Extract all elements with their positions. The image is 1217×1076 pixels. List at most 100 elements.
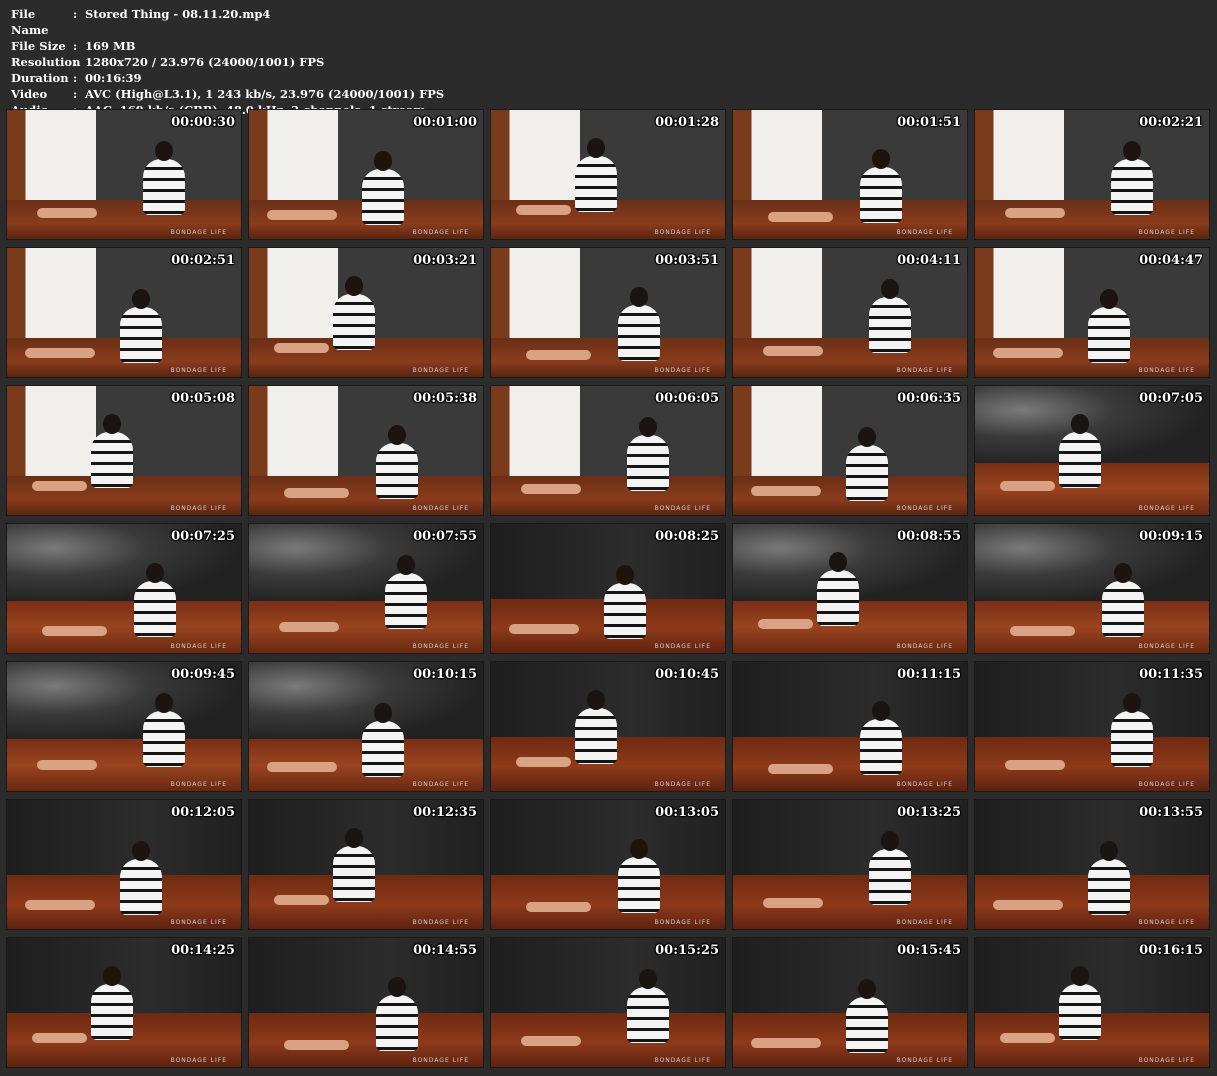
watermark: BONDAGE LIFE <box>170 919 227 926</box>
timestamp-label: 00:13:25 <box>897 805 961 820</box>
figure <box>603 583 646 640</box>
figure <box>845 997 888 1054</box>
video-value: AVC (High@L3.1), 1 243 kb/s, 23.976 (240… <box>85 87 445 101</box>
timestamp-label: 00:03:21 <box>413 253 477 268</box>
video-label: Video <box>11 87 48 101</box>
figure-head <box>145 562 164 583</box>
watermark: BONDAGE LIFE <box>412 229 469 236</box>
figure <box>627 986 670 1043</box>
watermark: BONDAGE LIFE <box>896 229 953 236</box>
watermark: BONDAGE LIFE <box>412 643 469 650</box>
figure <box>869 296 912 353</box>
figure <box>1087 859 1130 916</box>
file-name-row: File Name : Stored Thing - 08.11.20.mp4 <box>11 6 444 38</box>
timestamp-label: 00:10:15 <box>413 667 477 682</box>
figure-legs <box>25 900 95 910</box>
watermark: BONDAGE LIFE <box>1138 781 1195 788</box>
timestamp-label: 00:12:35 <box>413 805 477 820</box>
watermark: BONDAGE LIFE <box>1138 367 1195 374</box>
timestamp-label: 00:01:00 <box>413 115 477 130</box>
thumbnail: 00:01:28 BONDAGE LIFE <box>490 109 726 240</box>
watermark: BONDAGE LIFE <box>896 643 953 650</box>
media-info-header: File Name : Stored Thing - 08.11.20.mp4 … <box>11 6 444 118</box>
figure <box>617 304 660 361</box>
thumbnail: 00:11:35 BONDAGE LIFE <box>974 661 1210 792</box>
figure-legs <box>274 343 329 353</box>
thumbnail: 00:02:51 BONDAGE LIFE <box>6 247 242 378</box>
watermark: BONDAGE LIFE <box>412 505 469 512</box>
timestamp-label: 00:07:25 <box>171 529 235 544</box>
resolution-label: Resolution <box>11 55 81 69</box>
figure-legs <box>993 348 1063 358</box>
watermark: BONDAGE LIFE <box>654 643 711 650</box>
watermark: BONDAGE LIFE <box>170 367 227 374</box>
watermark: BONDAGE LIFE <box>170 229 227 236</box>
figure-legs <box>32 1033 87 1043</box>
figure-legs <box>526 902 591 912</box>
figure-legs <box>516 205 571 215</box>
figure-legs <box>267 762 337 772</box>
figure <box>385 572 428 629</box>
figure-legs <box>1000 1033 1055 1043</box>
thumbnail: 00:14:25 BONDAGE LIFE <box>6 937 242 1068</box>
timestamp-label: 00:08:25 <box>655 529 719 544</box>
figure-legs <box>768 212 833 222</box>
figure <box>859 718 902 775</box>
figure <box>1059 432 1102 489</box>
watermark: BONDAGE LIFE <box>170 643 227 650</box>
timestamp-label: 00:02:51 <box>171 253 235 268</box>
figure-legs <box>993 900 1063 910</box>
watermark: BONDAGE LIFE <box>654 919 711 926</box>
figure-legs <box>758 619 813 629</box>
watermark: BONDAGE LIFE <box>412 919 469 926</box>
thumbnail: 00:00:30 BONDAGE LIFE <box>6 109 242 240</box>
figure-head <box>1113 562 1132 583</box>
watermark: BONDAGE LIFE <box>170 505 227 512</box>
thumbnail: 00:07:25 BONDAGE LIFE <box>6 523 242 654</box>
figure-head <box>629 838 648 859</box>
thumbnail: 00:10:45 BONDAGE LIFE <box>490 661 726 792</box>
figure <box>133 580 176 637</box>
figure <box>375 442 418 499</box>
thumbnail: 00:06:35 BONDAGE LIFE <box>732 385 968 516</box>
thumbnail: 00:15:25 BONDAGE LIFE <box>490 937 726 1068</box>
figure-head <box>373 151 392 172</box>
figure <box>119 307 162 364</box>
figure <box>617 856 660 913</box>
timestamp-label: 00:07:55 <box>413 529 477 544</box>
thumbnail: 00:08:25 BONDAGE LIFE <box>490 523 726 654</box>
video-row: Video : AVC (High@L3.1), 1 243 kb/s, 23.… <box>11 86 444 102</box>
timestamp-label: 00:03:51 <box>655 253 719 268</box>
figure-legs <box>521 1036 581 1046</box>
thumbnail: 00:13:55 BONDAGE LIFE <box>974 799 1210 930</box>
thumbnail: 00:07:55 BONDAGE LIFE <box>248 523 484 654</box>
timestamp-label: 00:09:15 <box>1139 529 1203 544</box>
figure <box>333 294 376 351</box>
figure-head <box>1099 841 1118 862</box>
thumbnail: 00:04:47 BONDAGE LIFE <box>974 247 1210 378</box>
file-size-value: 169 MB <box>85 39 136 53</box>
timestamp-label: 00:02:21 <box>1139 115 1203 130</box>
figure-head <box>131 841 150 862</box>
thumbnail: 00:05:38 BONDAGE LIFE <box>248 385 484 516</box>
thumbnail: 00:12:35 BONDAGE LIFE <box>248 799 484 930</box>
timestamp-label: 00:11:15 <box>897 667 961 682</box>
figure-legs <box>25 348 95 358</box>
timestamp-label: 00:07:05 <box>1139 391 1203 406</box>
thumbnail: 00:05:08 BONDAGE LIFE <box>6 385 242 516</box>
thumbnail: 00:02:21 BONDAGE LIFE <box>974 109 1210 240</box>
separator: : <box>73 55 78 69</box>
watermark: BONDAGE LIFE <box>654 781 711 788</box>
thumbnail: 00:03:51 BONDAGE LIFE <box>490 247 726 378</box>
figure <box>575 156 618 213</box>
figure-legs <box>279 622 339 632</box>
figure <box>575 708 618 765</box>
resolution-row: Resolution : 1280x720 / 23.976 (24000/10… <box>11 54 444 70</box>
watermark: BONDAGE LIFE <box>170 781 227 788</box>
file-name-value: Stored Thing - 08.11.20.mp4 <box>85 7 271 21</box>
timestamp-label: 00:13:05 <box>655 805 719 820</box>
figure-legs <box>37 208 97 218</box>
timestamp-label: 00:09:45 <box>171 667 235 682</box>
watermark: BONDAGE LIFE <box>896 919 953 926</box>
thumbnail: 00:14:55 BONDAGE LIFE <box>248 937 484 1068</box>
